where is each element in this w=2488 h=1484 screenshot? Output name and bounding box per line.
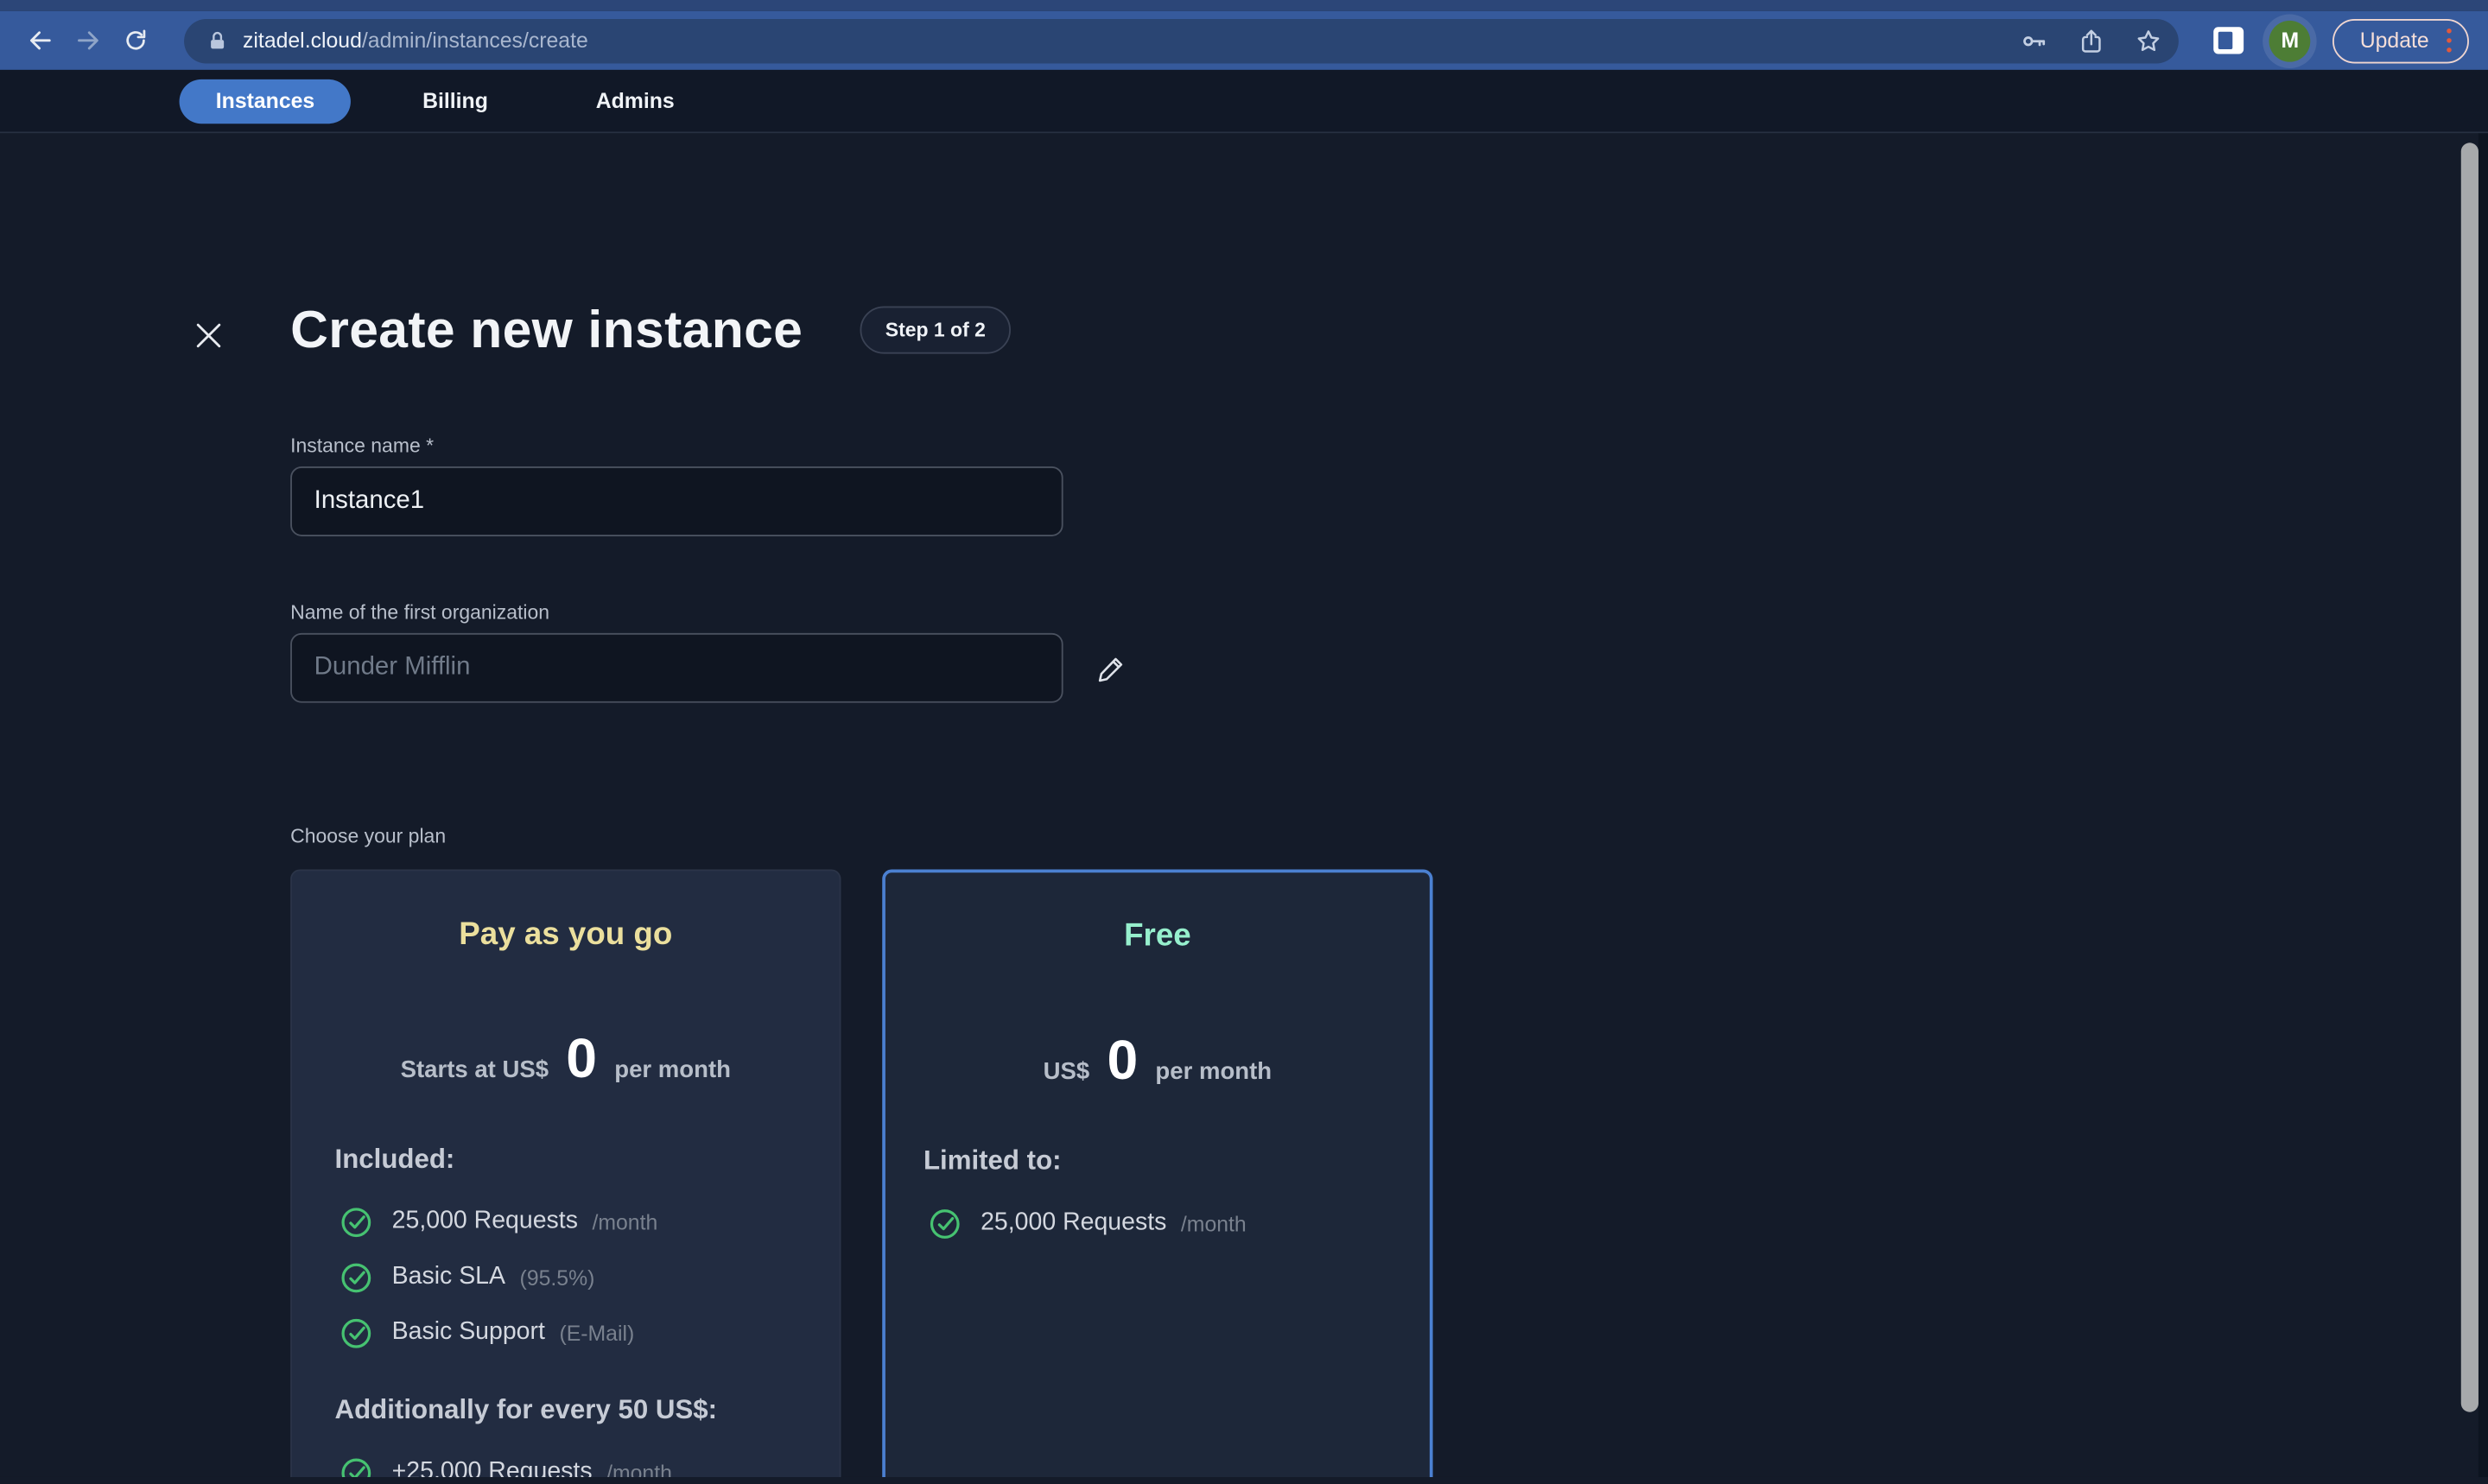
- plan-feature: Basic SLA (95.5%): [292, 1257, 840, 1298]
- tab-instances[interactable]: Instances: [179, 78, 352, 124]
- plan-feature: +25,000 Requests /month: [292, 1452, 840, 1477]
- tab-admins[interactable]: Admins: [560, 79, 711, 123]
- plan-section-heading: Additionally for every 50 US$:: [334, 1394, 718, 1425]
- feature-text: 25,000 Requests: [981, 1208, 1167, 1236]
- feature-note: /month: [1180, 1211, 1247, 1235]
- check-circle-icon: [928, 1207, 962, 1240]
- star-icon[interactable]: [2135, 26, 2163, 54]
- browser-menu-icon[interactable]: [2446, 29, 2452, 53]
- forward-arrow-icon: [77, 31, 98, 50]
- plan-card-free[interactable]: Free US$ 0 per month Limited to: 25,000 …: [882, 869, 1433, 1477]
- feature-note: (95.5%): [519, 1265, 595, 1290]
- price-amount: 0: [1107, 1030, 1139, 1092]
- url-path: /admin/instances/create: [361, 29, 588, 53]
- app-tabbar: Instances Billing Admins: [0, 69, 2488, 134]
- back-button[interactable]: [16, 16, 63, 64]
- check-circle-icon: [340, 1455, 373, 1477]
- check-circle-icon: [340, 1260, 373, 1294]
- plan-section-label: Choose your plan: [290, 825, 447, 847]
- plan-title: Free: [1124, 918, 1191, 954]
- feature-note: (E-Mail): [559, 1321, 635, 1345]
- check-circle-icon: [340, 1316, 373, 1350]
- browser-toolbar: zitadel.cloud/admin/instances/create M U…: [0, 10, 2488, 70]
- share-icon[interactable]: [2078, 26, 2106, 54]
- plan-feature: 25,000 Requests /month: [292, 1201, 840, 1242]
- scrollbar-track[interactable]: [2478, 133, 2488, 1477]
- plan-cards: Pay as you go Starts at US$ 0 per month …: [290, 869, 2488, 1477]
- edit-organization-button[interactable]: [1092, 649, 1130, 687]
- tab-billing[interactable]: Billing: [386, 79, 524, 123]
- window-frame: [0, 0, 2488, 11]
- plan-price: Starts at US$ 0 per month: [292, 1026, 840, 1093]
- url-text: zitadel.cloud/admin/instances/create: [243, 29, 1992, 53]
- forward-button[interactable]: [63, 16, 111, 64]
- feature-text: Basic Support: [391, 1318, 545, 1346]
- reload-button[interactable]: [111, 16, 159, 64]
- page-header: Create new instance Step 1 of 2: [290, 295, 2488, 365]
- browser-profile-avatar[interactable]: M: [2269, 19, 2311, 61]
- price-suffix: per month: [1155, 1058, 1273, 1086]
- plan-feature: 25,000 Requests /month: [885, 1202, 1430, 1244]
- feature-text: Basic SLA: [391, 1263, 506, 1291]
- side-panel-button[interactable]: [2213, 27, 2244, 54]
- price-suffix: per month: [614, 1056, 731, 1084]
- scrollbar-thumb[interactable]: [2460, 143, 2478, 1412]
- plan-section-heading: Limited to:: [923, 1145, 1062, 1176]
- organization-input[interactable]: [290, 632, 1063, 703]
- price-amount: 0: [566, 1028, 598, 1090]
- screen: zitadel.cloud/admin/instances/create M U…: [0, 0, 2488, 1484]
- side-panel-icon: [2213, 27, 2244, 54]
- step-badge: Step 1 of 2: [860, 306, 1012, 354]
- organization-label: Name of the first organization: [290, 601, 550, 624]
- check-circle-icon: [340, 1205, 373, 1239]
- close-button[interactable]: [187, 314, 229, 356]
- main-content: Create new instance Step 1 of 2 Instance…: [0, 133, 2488, 1477]
- plan-feature: Basic Support (E-Mail): [292, 1312, 840, 1354]
- pencil-icon: [1097, 656, 1122, 682]
- back-arrow-icon: [29, 31, 50, 50]
- instance-name-label: Instance name *: [290, 434, 435, 457]
- chrome-update-button[interactable]: Update: [2332, 18, 2469, 63]
- close-icon: [195, 322, 220, 347]
- feature-note: /month: [592, 1209, 658, 1234]
- feature-note: /month: [606, 1460, 672, 1477]
- reload-icon: [125, 29, 145, 50]
- feature-text: +25,000 Requests: [391, 1457, 593, 1477]
- price-prefix: Starts at US$: [400, 1056, 549, 1084]
- page-title: Create new instance: [290, 300, 803, 359]
- lock-icon: [211, 31, 225, 48]
- url-host: zitadel.cloud: [243, 29, 362, 53]
- address-bar[interactable]: zitadel.cloud/admin/instances/create: [184, 18, 2180, 63]
- feature-text: 25,000 Requests: [391, 1207, 578, 1234]
- plan-title: Pay as you go: [459, 916, 673, 953]
- instance-name-input[interactable]: [290, 466, 1063, 536]
- plan-price: US$ 0 per month: [885, 1028, 1430, 1094]
- plan-card-pay-as-you-go[interactable]: Pay as you go Starts at US$ 0 per month …: [290, 869, 841, 1477]
- update-label: Update: [2359, 29, 2429, 53]
- key-icon[interactable]: [2021, 26, 2049, 54]
- plan-section-heading: Included:: [334, 1144, 455, 1175]
- price-prefix: US$: [1043, 1058, 1090, 1086]
